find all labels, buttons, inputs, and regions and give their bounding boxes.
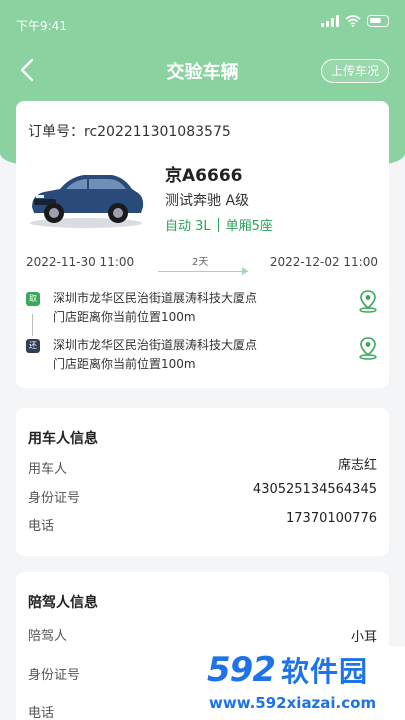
body-tag: 单厢5座 [225, 219, 273, 234]
status-bar: 下午9:41 [0, 0, 405, 48]
tag-divider [217, 217, 219, 232]
pickup-address: 深圳市龙华区民治街道展涛科技大厦点 [53, 291, 258, 305]
return-location: 还 深圳市龙华区民治街道展涛科技大厦点 门店距离你当前位置100m [26, 335, 379, 371]
order-number: 订单号：rc202211301083575 [28, 124, 231, 140]
watermark-text: 软件园 [280, 655, 368, 688]
renter-id-label: 身份证号 [28, 491, 81, 506]
status-time: 下午9:41 [16, 19, 67, 33]
car-tags: 自动 3L 单厢5座 [165, 215, 273, 234]
route-connector [32, 314, 33, 336]
watermark-url: www.592xiazai.com [209, 694, 377, 712]
renter-name-label: 用车人 [28, 462, 68, 477]
renter-id-value: 430525134564345 [252, 482, 377, 497]
location-pin-icon[interactable] [357, 336, 379, 360]
renter-info-card: 用车人信息 用车人 席志红 身份证号 430525134564345 电话 17… [16, 408, 389, 556]
return-address: 深圳市龙华区民治街道展涛科技大厦点 [53, 338, 258, 352]
status-icons [321, 15, 389, 27]
transmission-tag: 自动 3L [165, 219, 211, 234]
pickup-location: 取 深圳市龙华区民治街道展涛科技大厦点 门店距离你当前位置100m [26, 288, 379, 324]
duration-line [158, 271, 248, 272]
upload-condition-button[interactable]: 上传车况 [320, 59, 389, 83]
renter-phone-value: 17370100776 [286, 511, 377, 526]
pickup-distance: 门店距离你当前位置100m [53, 310, 196, 324]
renter-phone-label: 电话 [28, 519, 55, 534]
companion-name-label: 陪驾人 [28, 629, 68, 644]
battery-icon [367, 15, 389, 27]
watermark-brand: 592 软件园 [207, 650, 368, 690]
pickup-badge: 取 [26, 292, 40, 306]
return-badge: 还 [26, 339, 40, 353]
watermark-number: 592 [207, 650, 276, 690]
order-card: 订单号：rc202211301083575 京A6666 测试奔驰 A级 自动 … [16, 101, 389, 388]
companion-phone-label: 电话 [28, 706, 55, 720]
companion-name-value: 小耳 [350, 630, 377, 645]
watermark-logo: 592 软件园 www.592xiazai.com [201, 646, 405, 720]
companion-id-label: 身份证号 [28, 668, 81, 683]
renter-section-title: 用车人信息 [28, 431, 98, 447]
car-model: 测试奔驰 A级 [165, 193, 250, 209]
end-time: 2022-12-02 11:00 [269, 255, 378, 269]
rental-duration: 2天 [192, 257, 209, 268]
duration-arrow-icon [242, 267, 248, 275]
navbar: 交验车辆 上传车况 [0, 48, 405, 92]
car-plate: 京A6666 [165, 166, 243, 186]
renter-name-value: 席志红 [337, 458, 377, 473]
wifi-icon [345, 15, 361, 27]
companion-section-title: 陪驾人信息 [28, 595, 98, 611]
location-pin-icon[interactable] [357, 289, 379, 313]
car-image [30, 175, 144, 228]
return-distance: 门店距离你当前位置100m [53, 357, 196, 371]
signal-icon [321, 15, 339, 27]
start-time: 2022-11-30 11:00 [26, 255, 135, 269]
